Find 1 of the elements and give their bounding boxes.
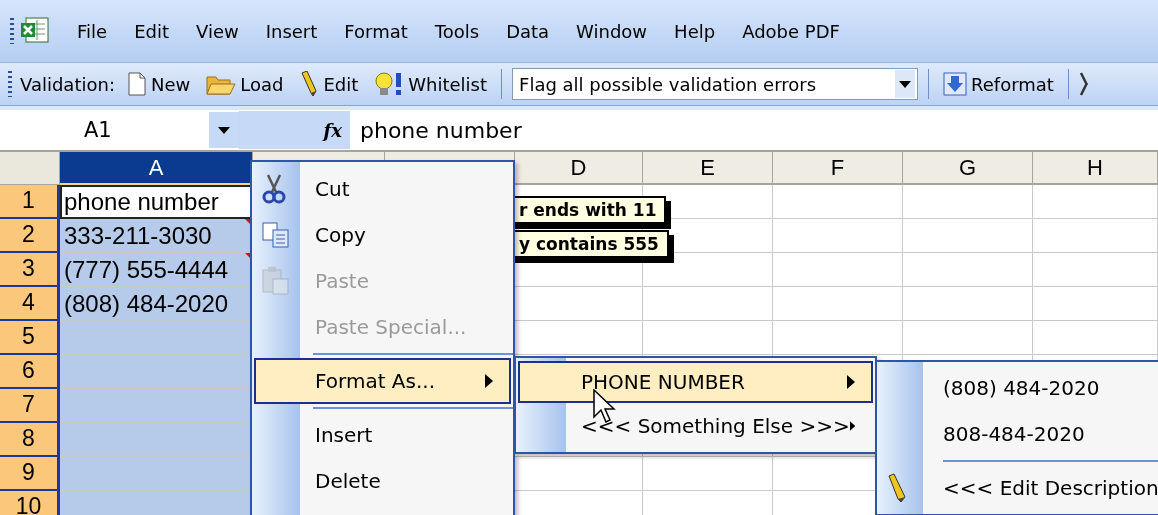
toolbar-label: Validation: [20, 73, 115, 95]
